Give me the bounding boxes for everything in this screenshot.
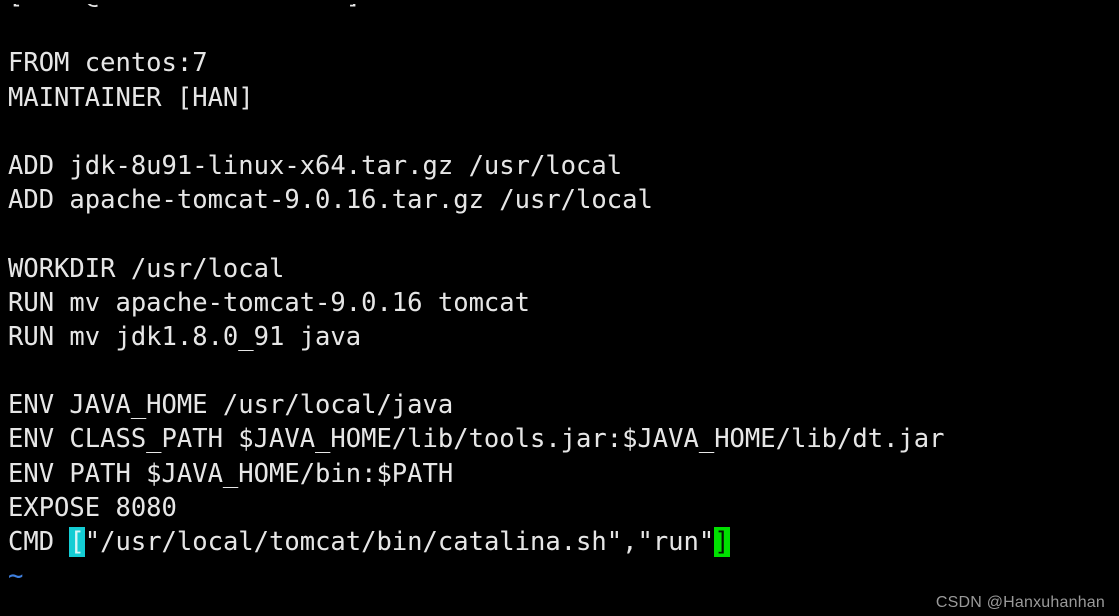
- editor-line-workdir: WORKDIR /usr/local: [8, 253, 285, 284]
- editor-line-env-class-path: ENV CLASS_PATH $JAVA_HOME/lib/tools.jar:…: [8, 424, 945, 455]
- editor-line-blank-2: [0, 115, 1119, 149]
- editor-empty-line-marker: ~: [8, 561, 24, 592]
- editor-line-add-tomcat: ADD apache-tomcat-9.0.16.tar.gz /usr/loc…: [8, 185, 653, 216]
- watermark: CSDN @Hanxuhanhan: [935, 594, 1105, 611]
- editor-line-maintainer: MAINTAINER [HAN]: [8, 82, 254, 113]
- editor-line-run-mv-tomcat: RUN mv apache-tomcat-9.0.16 tomcat: [8, 287, 530, 318]
- editor-line-cmd: CMD ["/usr/local/tomcat/bin/catalina.sh"…: [0, 525, 1119, 559]
- terminal-window[interactable]: [root@localhost tomcat]# vim Dockerfile …: [0, 0, 1119, 616]
- editor-line-add-jdk: ADD jdk-8u91-linux-x64.tar.gz /usr/local: [8, 150, 623, 181]
- editor-line-env-path: ENV PATH $JAVA_HOME/bin:$PATH: [8, 458, 454, 489]
- editor-line-from: FROM centos:7: [8, 48, 208, 79]
- text-cursor[interactable]: [: [69, 527, 85, 557]
- editor-line-blank-4: [0, 354, 1119, 388]
- editor-line-expose: EXPOSE 8080: [8, 492, 177, 523]
- editor-line-blank-1: [0, 12, 1119, 46]
- cmd-keyword: CMD: [8, 527, 70, 557]
- editor-line-run-mv-java: RUN mv jdk1.8.0_91 java: [8, 321, 362, 352]
- editor-line-env-java-home: ENV JAVA_HOME /usr/local/java: [8, 390, 454, 421]
- shell-prompt-line: [root@localhost tomcat]# vim Dockerfile: [0, 0, 1119, 12]
- editor-line-blank-3: [0, 217, 1119, 251]
- cmd-body: "/usr/local/tomcat/bin/catalina.sh","run…: [84, 527, 715, 557]
- matching-bracket-highlight: ]: [714, 527, 730, 557]
- terminal-screen: [root@localhost tomcat]# vim Dockerfile …: [0, 0, 1119, 594]
